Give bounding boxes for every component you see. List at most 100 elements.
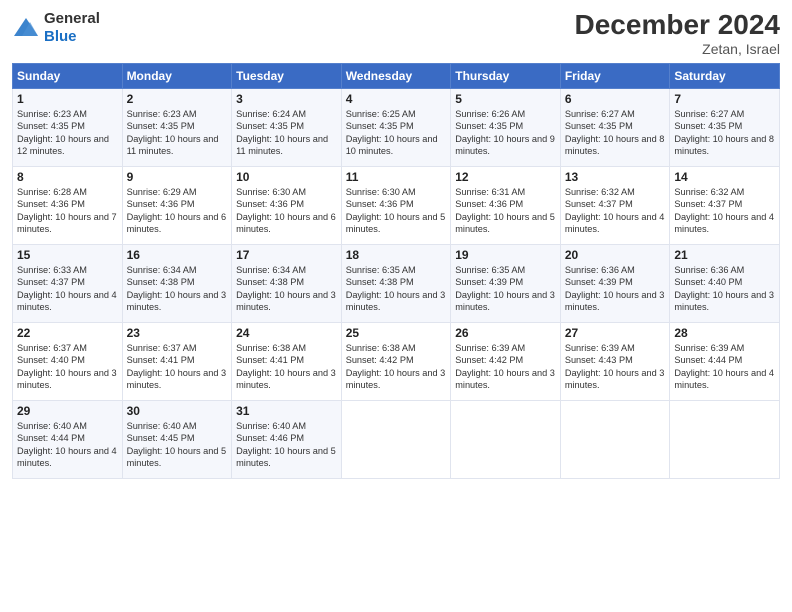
table-row: 30Sunrise: 6:40 AMSunset: 4:45 PMDayligh… <box>122 400 232 478</box>
day-number: 30 <box>127 404 228 418</box>
day-number: 29 <box>17 404 118 418</box>
page-container: General Blue December 2024 Zetan, Israel… <box>0 0 792 487</box>
table-row: 3 Sunrise: 6:24 AMSunset: 4:35 PMDaylight… <box>232 88 342 166</box>
logo-blue: Blue <box>44 28 77 45</box>
day-number: 16 <box>127 248 228 262</box>
day-detail: Sunrise: 6:31 AMSunset: 4:36 PMDaylight:… <box>455 187 555 234</box>
table-row: 19 Sunrise: 6:35 AMSunset: 4:39 PMDayligh… <box>451 244 561 322</box>
logo-icon <box>12 16 40 40</box>
day-number: 24 <box>236 326 337 340</box>
header: General Blue December 2024 Zetan, Israel <box>12 10 780 57</box>
day-number: 19 <box>455 248 556 262</box>
day-detail: Sunrise: 6:28 AMSunset: 4:36 PMDaylight:… <box>17 187 117 234</box>
calendar-week-1: 1 Sunrise: 6:23 AMSunset: 4:35 PMDaylight… <box>13 88 780 166</box>
table-row: 9 Sunrise: 6:29 AMSunset: 4:36 PMDaylight… <box>122 166 232 244</box>
table-row: 8 Sunrise: 6:28 AMSunset: 4:36 PMDaylight… <box>13 166 123 244</box>
table-row: 20 Sunrise: 6:36 AMSunset: 4:39 PMDayligh… <box>560 244 670 322</box>
table-row: 7Sunrise: 6:27 AMSunset: 4:35 PMDaylight… <box>670 88 780 166</box>
day-detail: Sunrise: 6:32 AMSunset: 4:37 PMDaylight:… <box>674 187 774 234</box>
day-number: 17 <box>236 248 337 262</box>
calendar-week-2: 8 Sunrise: 6:28 AMSunset: 4:36 PMDaylight… <box>13 166 780 244</box>
day-detail: Sunrise: 6:25 AMSunset: 4:35 PMDaylight:… <box>346 109 438 156</box>
day-number: 9 <box>127 170 228 184</box>
day-number: 13 <box>565 170 666 184</box>
table-row: 6 Sunrise: 6:27 AMSunset: 4:35 PMDaylight… <box>560 88 670 166</box>
day-number: 2 <box>127 92 228 106</box>
day-detail: Sunrise: 6:23 AMSunset: 4:35 PMDaylight:… <box>17 109 109 156</box>
table-row: 2 Sunrise: 6:23 AMSunset: 4:35 PMDaylight… <box>122 88 232 166</box>
table-row: 13 Sunrise: 6:32 AMSunset: 4:37 PMDayligh… <box>560 166 670 244</box>
day-number: 28 <box>674 326 775 340</box>
day-number: 8 <box>17 170 118 184</box>
table-row <box>451 400 561 478</box>
main-title: December 2024 <box>575 10 780 41</box>
day-detail: Sunrise: 6:39 AMSunset: 4:44 PMDaylight:… <box>674 343 774 390</box>
table-row: 11 Sunrise: 6:30 AMSunset: 4:36 PMDayligh… <box>341 166 451 244</box>
day-number: 23 <box>127 326 228 340</box>
day-number: 18 <box>346 248 447 262</box>
day-detail: Sunrise: 6:30 AMSunset: 4:36 PMDaylight:… <box>236 187 336 234</box>
day-number: 1 <box>17 92 118 106</box>
table-row: 4 Sunrise: 6:25 AMSunset: 4:35 PMDaylight… <box>341 88 451 166</box>
table-row <box>670 400 780 478</box>
day-detail: Sunrise: 6:26 AMSunset: 4:35 PMDaylight:… <box>455 109 555 156</box>
day-detail: Sunrise: 6:35 AMSunset: 4:39 PMDaylight:… <box>455 265 555 312</box>
table-row: 18 Sunrise: 6:35 AMSunset: 4:38 PMDayligh… <box>341 244 451 322</box>
table-row: 24Sunrise: 6:38 AMSunset: 4:41 PMDayligh… <box>232 322 342 400</box>
day-detail: Sunrise: 6:36 AMSunset: 4:39 PMDaylight:… <box>565 265 665 312</box>
day-detail: Sunrise: 6:32 AMSunset: 4:37 PMDaylight:… <box>565 187 665 234</box>
logo: General Blue <box>12 10 100 46</box>
day-number: 12 <box>455 170 556 184</box>
col-monday: Monday <box>122 63 232 88</box>
table-row: 10 Sunrise: 6:30 AMSunset: 4:36 PMDayligh… <box>232 166 342 244</box>
day-detail: Sunrise: 6:35 AMSunset: 4:38 PMDaylight:… <box>346 265 446 312</box>
day-detail: Sunrise: 6:30 AMSunset: 4:36 PMDaylight:… <box>346 187 446 234</box>
day-number: 20 <box>565 248 666 262</box>
day-number: 11 <box>346 170 447 184</box>
table-row: 15 Sunrise: 6:33 AMSunset: 4:37 PMDayligh… <box>13 244 123 322</box>
day-number: 21 <box>674 248 775 262</box>
day-detail: Sunrise: 6:38 AMSunset: 4:42 PMDaylight:… <box>346 343 446 390</box>
day-detail: Sunrise: 6:34 AMSunset: 4:38 PMDaylight:… <box>127 265 227 312</box>
subtitle: Zetan, Israel <box>575 41 780 57</box>
day-number: 3 <box>236 92 337 106</box>
table-row <box>341 400 451 478</box>
table-row: 5 Sunrise: 6:26 AMSunset: 4:35 PMDaylight… <box>451 88 561 166</box>
day-number: 31 <box>236 404 337 418</box>
col-friday: Friday <box>560 63 670 88</box>
day-number: 15 <box>17 248 118 262</box>
day-detail: Sunrise: 6:23 AMSunset: 4:35 PMDaylight:… <box>127 109 219 156</box>
day-number: 27 <box>565 326 666 340</box>
day-number: 5 <box>455 92 556 106</box>
logo-general: General <box>44 10 100 27</box>
day-number: 26 <box>455 326 556 340</box>
table-row: 17 Sunrise: 6:34 AMSunset: 4:38 PMDayligh… <box>232 244 342 322</box>
table-row: 14 Sunrise: 6:32 AMSunset: 4:37 PMDayligh… <box>670 166 780 244</box>
day-detail: Sunrise: 6:29 AMSunset: 4:36 PMDaylight:… <box>127 187 227 234</box>
day-detail: Sunrise: 6:40 AMSunset: 4:44 PMDaylight:… <box>17 421 117 468</box>
col-saturday: Saturday <box>670 63 780 88</box>
day-detail: Sunrise: 6:39 AMSunset: 4:42 PMDaylight:… <box>455 343 555 390</box>
calendar-table: Sunday Monday Tuesday Wednesday Thursday… <box>12 63 780 479</box>
day-number: 10 <box>236 170 337 184</box>
day-number: 4 <box>346 92 447 106</box>
logo-text: General Blue <box>44 10 100 46</box>
table-row: 21Sunrise: 6:36 AMSunset: 4:40 PMDayligh… <box>670 244 780 322</box>
day-number: 14 <box>674 170 775 184</box>
col-sunday: Sunday <box>13 63 123 88</box>
day-detail: Sunrise: 6:40 AMSunset: 4:46 PMDaylight:… <box>236 421 336 468</box>
day-detail: Sunrise: 6:39 AMSunset: 4:43 PMDaylight:… <box>565 343 665 390</box>
col-thursday: Thursday <box>451 63 561 88</box>
table-row <box>560 400 670 478</box>
day-detail: Sunrise: 6:33 AMSunset: 4:37 PMDaylight:… <box>17 265 117 312</box>
col-wednesday: Wednesday <box>341 63 451 88</box>
day-number: 22 <box>17 326 118 340</box>
header-row: Sunday Monday Tuesday Wednesday Thursday… <box>13 63 780 88</box>
table-row: 28 Sunrise: 6:39 AMSunset: 4:44 PMDayligh… <box>670 322 780 400</box>
day-detail: Sunrise: 6:34 AMSunset: 4:38 PMDaylight:… <box>236 265 336 312</box>
day-detail: Sunrise: 6:37 AMSunset: 4:40 PMDaylight:… <box>17 343 117 390</box>
day-detail: Sunrise: 6:24 AMSunset: 4:35 PMDaylight:… <box>236 109 328 156</box>
day-detail: Sunrise: 6:27 AMSunset: 4:35 PMDaylight:… <box>565 109 665 156</box>
col-tuesday: Tuesday <box>232 63 342 88</box>
day-number: 6 <box>565 92 666 106</box>
